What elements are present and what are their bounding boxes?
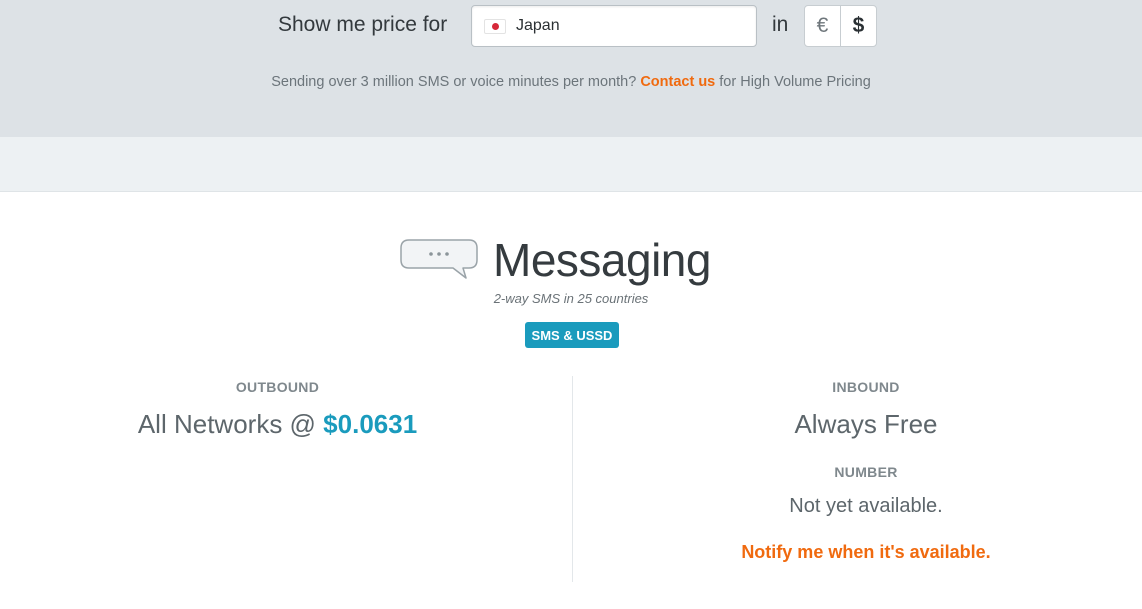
country-select[interactable]: Japan [471,5,757,47]
outbound-heading: OUTBOUND [235,379,320,395]
sms-ussd-badge: SMS & USSD [525,322,619,348]
outbound-price: $0.0631 [323,409,418,439]
japan-flag-icon [484,18,506,34]
currency-toggle: € $ [804,5,877,47]
inbound-price: Always Free [794,409,938,439]
tabs-band [0,137,1142,192]
contact-us-link[interactable]: Contact us [640,74,715,90]
in-label: in [772,13,789,36]
inbound-heading: INBOUND [832,379,900,395]
notify-me-link[interactable]: Notify me when it's available. [741,542,990,563]
outbound-price-line: All Networks @ $0.0631 [0,409,555,440]
currency-dollar-button[interactable]: $ [840,6,876,46]
volume-note-suffix: for High Volume Pricing [719,74,871,90]
number-status: Not yet available. [789,495,943,517]
currency-euro-button[interactable]: € [805,6,840,46]
speech-bubble-icon [400,239,478,279]
column-divider [572,376,573,582]
messaging-title: Messaging [493,234,711,286]
price-for-label: Show me price for [278,13,448,36]
messaging-header: Messaging [399,230,711,290]
networks-label: All Networks @ [137,409,316,439]
high-volume-note: Sending over 3 million SMS or voice minu… [0,74,1142,90]
number-heading: NUMBER [834,464,898,480]
volume-note-prefix: Sending over 3 million SMS or voice minu… [271,74,637,90]
inbound-column: INBOUND Always Free NUMBER Not yet avail… [590,379,1142,563]
outbound-column: OUTBOUND All Networks @ $0.0631 [0,379,555,440]
messaging-subtitle: 2-way SMS in 25 countries [493,291,649,306]
selected-country: Japan [516,17,560,34]
